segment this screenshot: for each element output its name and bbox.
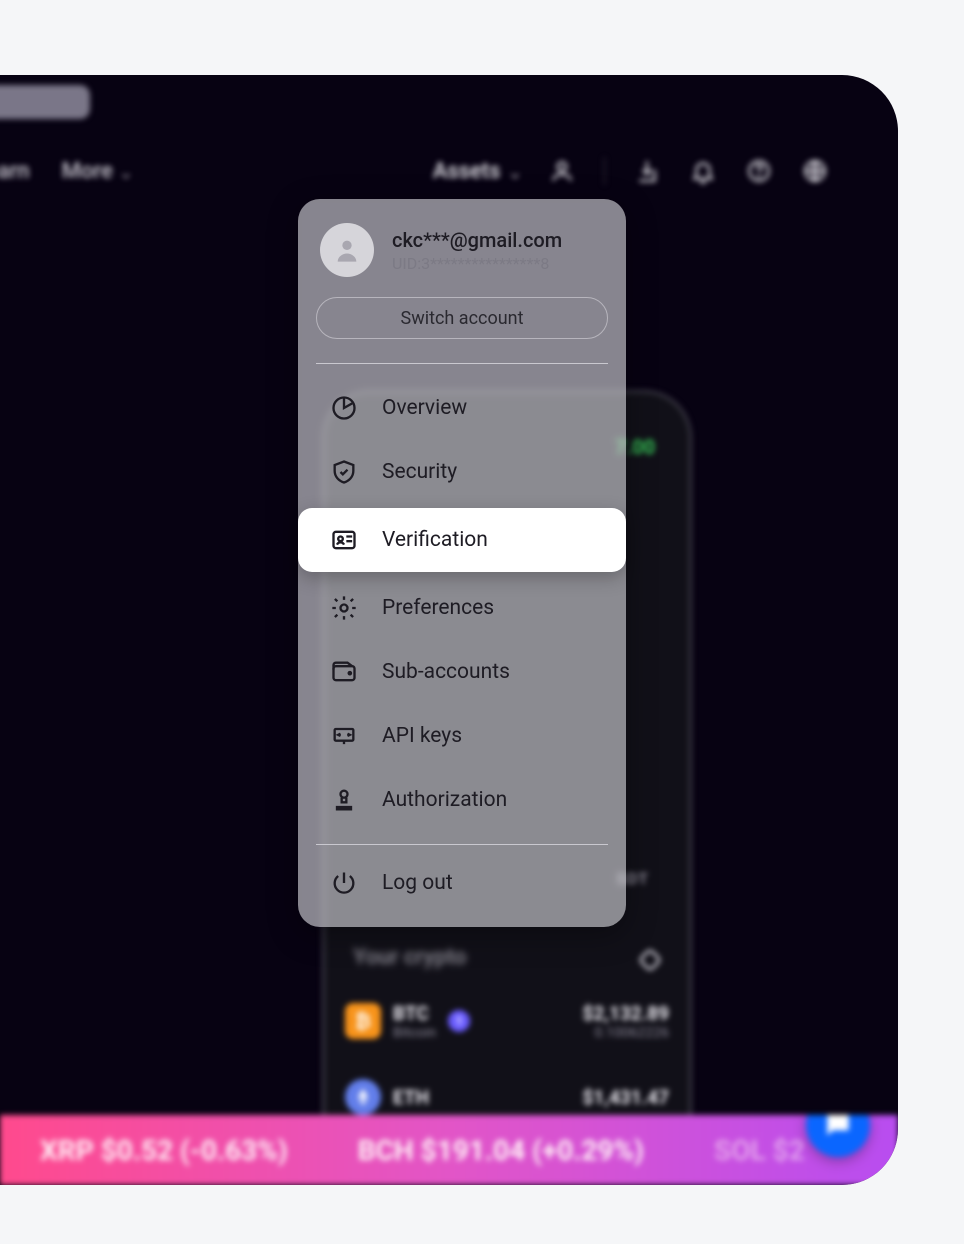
chevron-down-icon — [119, 164, 133, 178]
asset-symbol: BTC — [393, 1002, 436, 1025]
menu-item-authorization[interactable]: Authorization — [298, 768, 626, 832]
top-nav: earn More Assets — [0, 141, 898, 201]
asset-price: $2,132.89 — [583, 1002, 670, 1025]
eth-icon — [345, 1079, 381, 1115]
price-ticker: XRP $0.52 (-0.63%) BCH $191.04 (+0.29%) … — [0, 1115, 898, 1185]
app-window: earn More Assets — [0, 75, 898, 1185]
chevron-down-icon — [508, 164, 522, 178]
bell-icon[interactable] — [689, 157, 717, 185]
nav-learn[interactable]: earn — [0, 159, 30, 184]
menu-label: Security — [382, 460, 457, 484]
power-icon — [328, 867, 360, 899]
menu-label: Preferences — [382, 596, 494, 620]
user-menu: ckc***@gmail.com UID:3****************8 … — [298, 199, 626, 927]
menu-item-overview[interactable]: Overview — [298, 376, 626, 440]
user-menu-header: ckc***@gmail.com UID:3****************8 — [298, 199, 626, 291]
download-icon[interactable] — [633, 157, 661, 185]
asset-name: Bitcoin — [393, 1025, 436, 1041]
menu-item-preferences[interactable]: Preferences — [298, 576, 626, 640]
menu-label: Authorization — [382, 788, 507, 812]
user-email: ckc***@gmail.com — [392, 228, 562, 252]
btc-icon: ₿ — [345, 1003, 381, 1039]
nav-more-label: More — [62, 159, 113, 184]
menu-item-verification[interactable]: Verification — [298, 508, 626, 572]
menu-item-logout[interactable]: Log out — [298, 851, 626, 915]
avatar — [320, 223, 374, 277]
menu-label: Sub-accounts — [382, 660, 510, 684]
wallet-icon — [328, 656, 360, 688]
asset-row-btc[interactable]: ₿ BTC Bitcoin 1 $2,132.89 0.10062226 — [345, 993, 669, 1049]
nav-divider — [604, 157, 605, 185]
menu-label: Log out — [382, 871, 453, 895]
gear-icon — [328, 592, 360, 624]
menu-divider — [316, 363, 608, 364]
id-card-icon — [328, 524, 360, 556]
stamp-icon — [328, 784, 360, 816]
tab-pill — [0, 85, 90, 119]
globe-icon[interactable] — [801, 157, 829, 185]
user-icon[interactable] — [548, 157, 576, 185]
chat-button[interactable] — [806, 1115, 870, 1157]
asset-badge: 1 — [448, 1010, 470, 1032]
ticker-item-bch[interactable]: BCH $191.04 (+0.29%) — [358, 1134, 644, 1167]
nav-assets[interactable]: Assets — [433, 159, 523, 184]
menu-item-apikeys[interactable]: API keys — [298, 704, 626, 768]
asset-symbol: ETH — [393, 1086, 429, 1109]
phone-section-title: Your crypto — [353, 945, 466, 970]
nav-more[interactable]: More — [62, 159, 133, 184]
help-icon[interactable] — [745, 157, 773, 185]
asset-quantity: 0.10062226 — [583, 1025, 670, 1041]
user-uid: UID:3****************8 — [392, 254, 562, 273]
menu-divider — [316, 844, 608, 845]
pie-icon — [328, 392, 360, 424]
switch-account-button[interactable]: Switch account — [316, 297, 608, 339]
shield-icon — [328, 456, 360, 488]
rotate-icon[interactable] — [635, 945, 665, 975]
menu-item-subaccounts[interactable]: Sub-accounts — [298, 640, 626, 704]
ticker-item-xrp[interactable]: XRP $0.52 (-0.63%) — [40, 1134, 288, 1167]
menu-label: Verification — [382, 528, 488, 552]
code-icon — [328, 720, 360, 752]
menu-item-security[interactable]: Security — [298, 440, 626, 504]
nav-assets-label: Assets — [433, 159, 501, 184]
menu-label: API keys — [382, 724, 462, 748]
menu-label: Overview — [382, 396, 467, 420]
ticker-item-sol[interactable]: SOL $2 — [714, 1134, 805, 1167]
asset-price: $1,431.47 — [583, 1086, 670, 1109]
